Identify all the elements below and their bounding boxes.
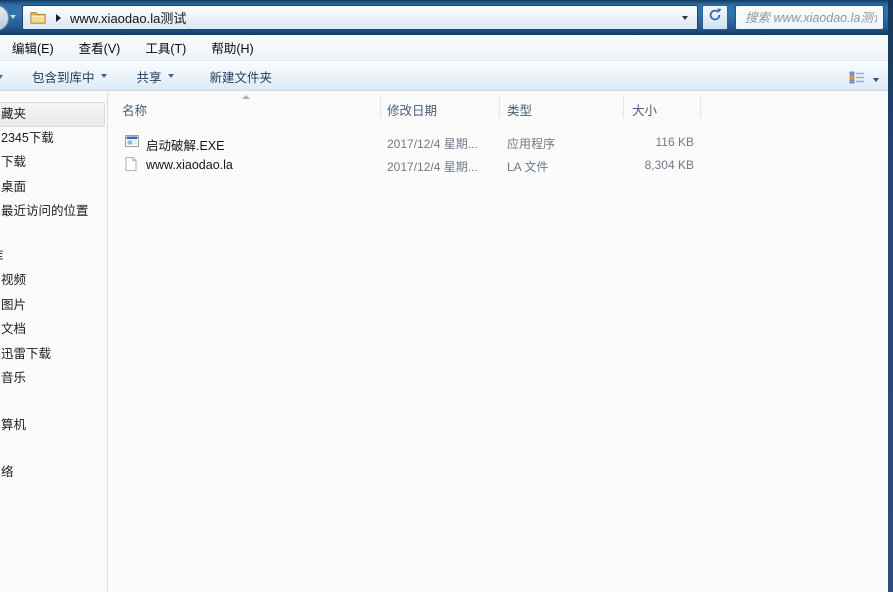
sidebar-item-computer[interactable]: 算机 [0,414,106,439]
column-separator[interactable] [623,95,624,118]
column-header-row: 名称 修改日期 类型 大小 [108,92,888,120]
sort-ascending-icon [242,95,250,99]
sidebar-item-videos[interactable]: 视频 [0,269,106,294]
breadcrumb-path[interactable]: www.xiaodao.la测试 [70,8,186,27]
column-separator[interactable] [380,95,381,118]
address-bar[interactable]: www.xiaodao.la测试 [22,5,698,30]
sidebar-item-downloads[interactable]: 下载 [0,151,106,176]
sidebar-item-documents[interactable]: 文档 [0,318,106,343]
navigation-pane: 藏夹 2345下载 下载 桌面 最近访问的位置 库 视频 图片 文档 迅雷下载 … [0,92,106,592]
include-in-library-button[interactable]: 包含到库中 [28,63,111,90]
search-box[interactable] [735,5,884,30]
file-list: 名称 修改日期 类型 大小 启动破解.EXE 2017/12/4 星期... 应… [108,92,888,592]
file-row-exe[interactable]: 启动破解.EXE 2017/12/4 星期... 应用程序 116 KB [108,131,888,154]
organize-dropdown-icon[interactable] [0,75,3,79]
file-type: 应用程序 [507,135,555,152]
sidebar-item-pictures[interactable]: 图片 [0,294,106,319]
views-icon [849,70,865,90]
sidebar-item-recent-places[interactable]: 最近访问的位置 [0,200,106,225]
file-icon [125,157,137,176]
favorites-group: 藏夹 2345下载 下载 桌面 最近访问的位置 [0,102,106,225]
address-dropdown-icon[interactable] [682,16,688,20]
share-button[interactable]: 共享 [133,63,178,90]
file-size: 116 KB [608,135,694,149]
sidebar-item-favorites[interactable]: 藏夹 [0,102,105,127]
include-in-library-label: 包含到库中 [32,67,95,86]
column-header-date-modified[interactable]: 修改日期 [387,100,437,119]
file-date-modified: 2017/12/4 星期... [387,158,478,175]
sidebar-item-desktop[interactable]: 桌面 [0,176,106,201]
refresh-button[interactable] [702,5,728,30]
sidebar-item-2345-downloads[interactable]: 2345下载 [0,127,106,152]
back-button[interactable] [0,5,9,31]
new-folder-button[interactable]: 新建文件夹 [206,63,277,90]
share-label: 共享 [137,67,162,86]
folder-icon [30,11,46,24]
search-input[interactable] [736,6,883,29]
column-header-size[interactable]: 大小 [632,100,657,119]
file-size: 8,304 KB [608,158,694,172]
new-folder-label: 新建文件夹 [210,67,273,86]
recent-pages-dropdown-icon[interactable] [10,15,16,19]
breadcrumb-arrow-icon[interactable] [56,14,61,22]
column-header-name[interactable]: 名称 [122,100,147,119]
sidebar-item-music[interactable]: 音乐 [0,367,106,392]
file-row-la[interactable]: www.xiaodao.la 2017/12/4 星期... LA 文件 8,3… [108,154,888,177]
libraries-group: 库 视频 图片 文档 迅雷下载 音乐 [0,245,106,392]
address-bar-chrome: www.xiaodao.la测试 [0,0,893,35]
menu-tools[interactable]: 工具(T) [143,35,188,60]
column-header-type[interactable]: 类型 [507,100,532,119]
sidebar-item-libraries[interactable]: 库 [0,245,106,270]
menu-bar: 编辑(E) 查看(V) 工具(T) 帮助(H) [0,35,893,61]
computer-group: 算机 [0,414,106,439]
file-type: LA 文件 [507,158,548,175]
network-group: 络 [0,461,106,486]
file-name[interactable]: 启动破解.EXE [146,135,225,154]
column-separator[interactable] [499,95,500,118]
file-rows: 启动破解.EXE 2017/12/4 星期... 应用程序 116 KB www… [108,120,888,177]
window-right-border [888,0,893,592]
chevron-down-icon [101,74,107,78]
file-date-modified: 2017/12/4 星期... [387,135,478,152]
chevron-down-icon [873,78,879,82]
chevron-down-icon [168,74,174,78]
menu-help[interactable]: 帮助(H) [209,35,255,60]
menu-edit[interactable]: 编辑(E) [10,35,56,60]
refresh-icon [708,8,722,27]
sidebar-item-network[interactable]: 络 [0,461,106,486]
sidebar-item-thunder-downloads[interactable]: 迅雷下载 [0,343,106,368]
file-name[interactable]: www.xiaodao.la [146,158,233,172]
change-view-button[interactable] [846,67,882,93]
column-separator[interactable] [700,95,701,118]
application-icon [125,134,139,153]
command-toolbar: 包含到库中 共享 新建文件夹 [0,62,893,91]
menu-view[interactable]: 查看(V) [77,35,123,60]
